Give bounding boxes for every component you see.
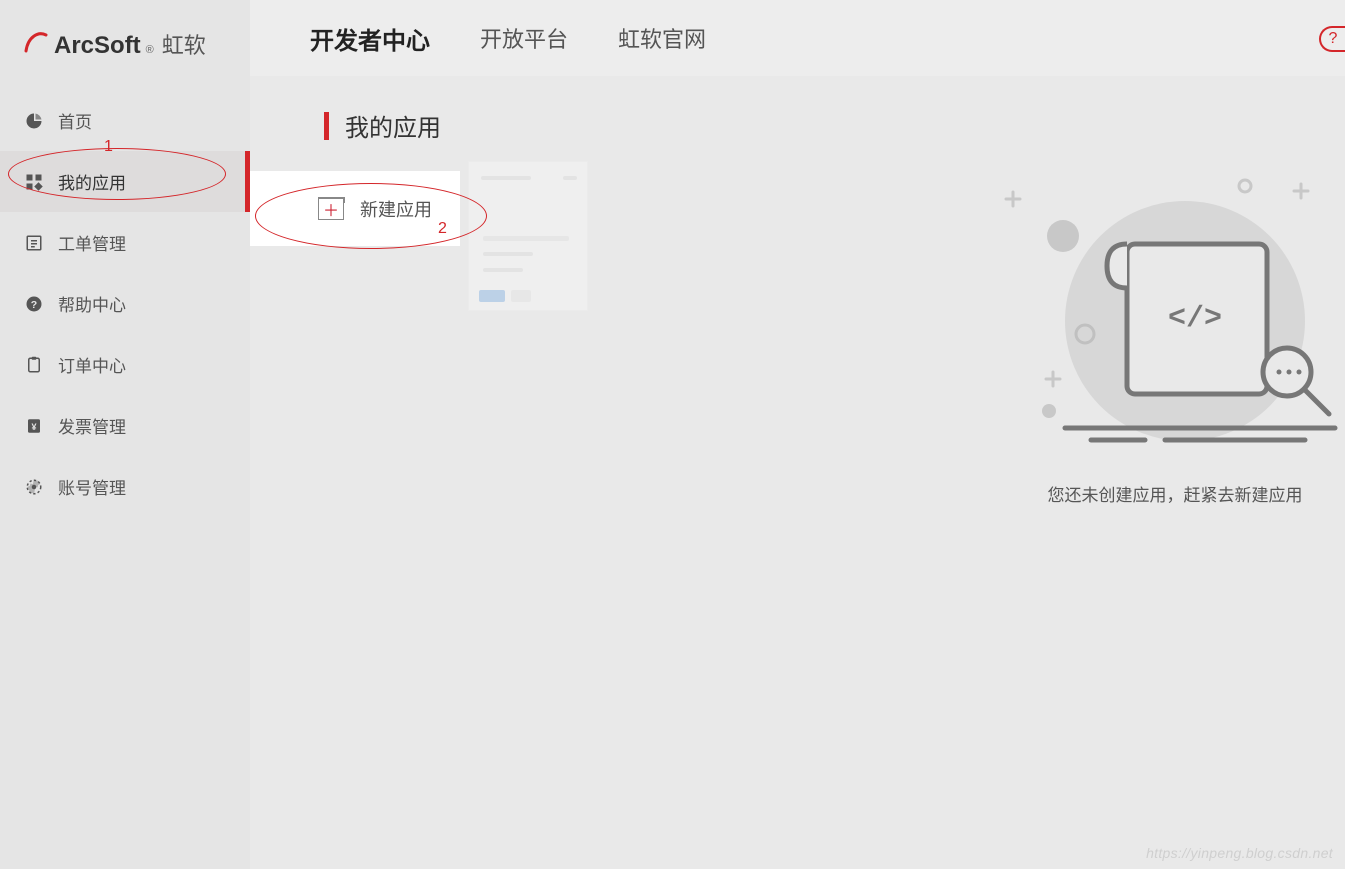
sidebar-item-label: 我的应用 xyxy=(58,169,126,194)
page-title-text: 我的应用 xyxy=(345,108,441,143)
brand-cn: 虹软 xyxy=(162,28,206,60)
annotation-number-2: 2 xyxy=(438,220,447,238)
svg-text:¥: ¥ xyxy=(31,421,36,431)
svg-text:</>: </> xyxy=(1168,302,1222,336)
sidebar-nav: 首页 我的应用 工单管理 ? 帮助中心 xyxy=(0,90,250,517)
apps-icon xyxy=(24,172,44,192)
sidebar-item-label: 首页 xyxy=(58,108,92,133)
content: 我的应用 ＋ 新建应用 xyxy=(250,76,1345,869)
sidebar-item-label: 账号管理 xyxy=(58,474,126,499)
svg-text:?: ? xyxy=(31,298,37,310)
ticket-icon xyxy=(24,233,44,253)
sidebar-item-label: 工单管理 xyxy=(58,230,126,255)
brand-reg: ® xyxy=(146,44,154,56)
sidebar-item-label: 帮助中心 xyxy=(58,291,126,316)
empty-state: </> xyxy=(965,176,1345,506)
new-app-button[interactable]: ＋ 新建应用 xyxy=(250,171,460,246)
sidebar-item-account[interactable]: 账号管理 xyxy=(0,456,250,517)
sidebar-item-my-apps[interactable]: 我的应用 xyxy=(0,151,250,212)
tab-open-platform[interactable]: 开放平台 xyxy=(480,22,568,54)
sidebar-item-label: 订单中心 xyxy=(58,352,126,377)
tab-official-site[interactable]: 虹软官网 xyxy=(618,22,706,54)
sidebar: ArcSoft ® 虹软 首页 我的应用 工单管理 xyxy=(0,0,250,869)
sidebar-item-help[interactable]: ? 帮助中心 xyxy=(0,273,250,334)
help-icon: ? xyxy=(24,294,44,314)
page-title: 我的应用 xyxy=(324,108,1345,143)
watermark-text: https://yinpeng.blog.csdn.net xyxy=(1146,845,1333,861)
brand-name: ArcSoft xyxy=(54,32,141,60)
sidebar-item-invoices[interactable]: ¥ 发票管理 xyxy=(0,395,250,456)
sidebar-item-tickets[interactable]: 工单管理 xyxy=(0,212,250,273)
tab-dev-center[interactable]: 开发者中心 xyxy=(310,21,430,56)
help-circle-icon[interactable]: ? xyxy=(1319,26,1345,52)
title-accent-bar xyxy=(324,112,329,140)
new-app-label: 新建应用 xyxy=(360,196,432,222)
clipboard-icon xyxy=(24,355,44,375)
plus-box-icon: ＋ xyxy=(318,198,344,220)
logo-arc-icon xyxy=(24,29,48,53)
annotation-number-1: 1 xyxy=(104,138,113,156)
invoice-icon: ¥ xyxy=(24,416,44,436)
empty-state-text: 您还未创建应用，赶紧去新建应用 xyxy=(965,481,1345,506)
top-nav: 开发者中心 开放平台 虹软官网 ? xyxy=(250,0,1345,76)
main-area: 开发者中心 开放平台 虹软官网 ? 我的应用 ＋ 新建应用 xyxy=(250,0,1345,869)
brand-logo[interactable]: ArcSoft ® 虹软 xyxy=(0,0,250,80)
app-placeholder-card xyxy=(468,161,588,311)
pie-icon xyxy=(24,111,44,131)
sidebar-item-label: 发票管理 xyxy=(58,413,126,438)
sidebar-item-home[interactable]: 首页 xyxy=(0,90,250,151)
empty-illustration-icon: </> xyxy=(995,176,1345,456)
gear-icon xyxy=(24,477,44,497)
sidebar-item-orders[interactable]: 订单中心 xyxy=(0,334,250,395)
